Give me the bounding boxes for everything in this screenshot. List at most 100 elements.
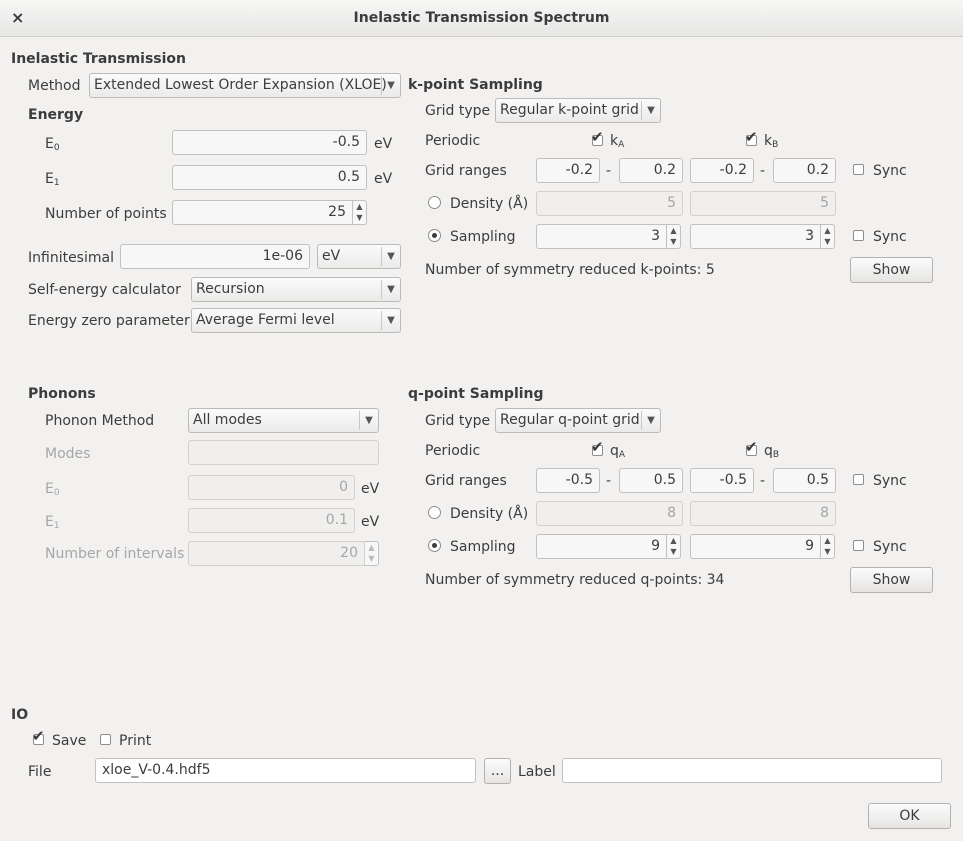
energy-e1-input[interactable]: 0.5 — [172, 165, 367, 190]
label-input[interactable] — [562, 758, 942, 783]
q-periodic-a-label: qA — [610, 443, 626, 460]
q-density-b-input[interactable]: 8 — [690, 501, 836, 526]
ok-button[interactable]: OK — [868, 803, 951, 829]
k-sampling-b-stepper[interactable]: ▲ ▼ — [821, 224, 835, 249]
chevron-up-icon[interactable]: ▲ — [667, 535, 680, 546]
intervals-stepper[interactable]: ▲ ▼ — [365, 541, 379, 566]
checkmark-icon: ✔ — [591, 438, 604, 456]
file-input[interactable]: xloe_V-0.4.hdf5 — [95, 758, 476, 783]
energy-zero-label: Energy zero parameter — [28, 313, 190, 329]
k-grid-type-select[interactable]: Regular k-point grid ▼ — [495, 98, 661, 123]
q-range-a-min-input[interactable]: -0.5 — [536, 468, 600, 493]
q-ranges-sync-label: Sync — [873, 473, 907, 489]
infinitesimal-label: Infinitesimal — [28, 250, 114, 266]
section-io-header: IO — [11, 707, 29, 723]
chevron-up-icon[interactable]: ▲ — [667, 225, 680, 236]
k-range-a-min-input[interactable]: -0.2 — [536, 158, 600, 183]
chevron-down-icon[interactable]: ▼ — [821, 546, 834, 557]
self-energy-value: Recursion — [196, 281, 265, 297]
q-grid-type-select[interactable]: Regular q-point grid ▼ — [495, 408, 661, 433]
q-density-radio[interactable] — [428, 506, 441, 519]
k-sampling-radio[interactable] — [428, 229, 441, 242]
q-sampling-a-stepper[interactable]: ▲ ▼ — [667, 534, 681, 559]
points-stepper[interactable]: ▲ ▼ — [353, 200, 367, 225]
chevron-down-icon: ▼ — [381, 311, 400, 330]
q-sampling-label: Sampling — [450, 539, 516, 555]
k-sampling-a-input[interactable]: 3 — [536, 224, 667, 249]
q-range-b-max-input[interactable]: 0.5 — [773, 468, 836, 493]
k-range-b-min-input[interactable]: -0.2 — [690, 158, 754, 183]
q-ranges-sync-checkbox[interactable] — [853, 474, 864, 485]
phonon-method-select[interactable]: All modes ▼ — [188, 408, 379, 433]
q-sampling-b-input[interactable]: 9 — [690, 534, 821, 559]
title-bar: × Inelastic Transmission Spectrum — [0, 0, 963, 37]
energy-e1-unit: eV — [374, 171, 393, 187]
k-density-radio[interactable] — [428, 196, 441, 209]
energy-e1-label: E1 — [45, 171, 60, 188]
self-energy-select[interactable]: Recursion ▼ — [191, 277, 401, 302]
q-sampling-radio[interactable] — [428, 539, 441, 552]
k-ranges-sync-checkbox[interactable] — [853, 164, 864, 175]
chevron-down-icon[interactable]: ▼ — [353, 212, 366, 223]
phonon-e1-input[interactable]: 0.1 — [188, 508, 355, 533]
k-range-b-max-input[interactable]: 0.2 — [773, 158, 836, 183]
q-sampling-sync-checkbox[interactable] — [853, 540, 864, 551]
k-show-button[interactable]: Show — [850, 257, 933, 283]
browse-button[interactable]: ... — [484, 758, 511, 784]
chevron-down-icon[interactable]: ▼ — [667, 236, 680, 247]
k-grid-type-label: Grid type — [425, 103, 491, 119]
q-show-button[interactable]: Show — [850, 567, 933, 593]
chevron-up-icon[interactable]: ▲ — [353, 201, 366, 212]
k-grid-ranges-label: Grid ranges — [425, 163, 507, 179]
energy-e0-input[interactable]: -0.5 — [172, 130, 367, 155]
k-periodic-b-label: kB — [764, 133, 779, 150]
infinitesimal-input[interactable]: 1e-06 — [120, 244, 310, 269]
energy-zero-select[interactable]: Average Fermi level ▼ — [191, 308, 401, 333]
method-select[interactable]: Extended Lowest Order Expansion (XLOE) ▼ — [89, 73, 401, 98]
file-label: File — [28, 764, 52, 780]
q-density-a-input[interactable]: 8 — [536, 501, 683, 526]
chevron-down-icon[interactable]: ▼ — [667, 546, 680, 557]
q-periodic-b-label: qB — [764, 443, 780, 460]
print-label: Print — [119, 733, 152, 749]
section-phonons-header: Phonons — [28, 386, 96, 402]
k-range-b-dash: - — [760, 163, 766, 179]
chevron-down-icon[interactable]: ▼ — [821, 236, 834, 247]
checkmark-icon: ✔ — [32, 727, 45, 745]
k-grid-type-value: Regular k-point grid — [500, 102, 639, 118]
q-range-b-min-input[interactable]: -0.5 — [690, 468, 754, 493]
modes-input[interactable] — [188, 440, 379, 465]
self-energy-label: Self-energy calculator — [28, 282, 181, 298]
q-reduced-text: Number of symmetry reduced q-points: 34 — [425, 572, 725, 588]
k-sampling-a-stepper[interactable]: ▲ ▼ — [667, 224, 681, 249]
k-sampling-sync-checkbox[interactable] — [853, 230, 864, 241]
k-ranges-sync-label: Sync — [873, 163, 907, 179]
chevron-up-icon[interactable]: ▲ — [365, 542, 378, 553]
chevron-up-icon[interactable]: ▲ — [821, 225, 834, 236]
k-density-b-input[interactable]: 5 — [690, 191, 836, 216]
points-input[interactable]: 25 — [172, 200, 353, 225]
infinitesimal-unit-value: eV — [322, 248, 341, 264]
chevron-down-icon[interactable]: ▼ — [365, 553, 378, 564]
save-label: Save — [52, 733, 87, 749]
phonon-e0-input[interactable]: 0 — [188, 475, 355, 500]
q-sampling-b-stepper[interactable]: ▲ ▼ — [821, 534, 835, 559]
section-kpoint-header: k-point Sampling — [408, 77, 543, 93]
k-density-a-input[interactable]: 5 — [536, 191, 683, 216]
chevron-down-icon: ▼ — [381, 280, 400, 299]
chevron-up-icon[interactable]: ▲ — [821, 535, 834, 546]
phonon-e1-unit: eV — [361, 514, 380, 530]
section-inelastic-header: Inelastic Transmission — [11, 51, 187, 67]
chevron-down-icon: ▼ — [641, 411, 660, 430]
q-range-a-max-input[interactable]: 0.5 — [619, 468, 683, 493]
method-label: Method — [28, 78, 81, 94]
intervals-input[interactable]: 20 — [188, 541, 365, 566]
k-sampling-b-input[interactable]: 3 — [690, 224, 821, 249]
chevron-down-icon: ▼ — [641, 101, 660, 120]
k-range-a-max-input[interactable]: 0.2 — [619, 158, 683, 183]
infinitesimal-unit-select[interactable]: eV ▼ — [317, 244, 401, 269]
print-checkbox[interactable] — [100, 734, 111, 745]
k-density-label: Density (Å) — [450, 196, 529, 212]
checkmark-icon: ✔ — [745, 438, 758, 456]
q-sampling-a-input[interactable]: 9 — [536, 534, 667, 559]
